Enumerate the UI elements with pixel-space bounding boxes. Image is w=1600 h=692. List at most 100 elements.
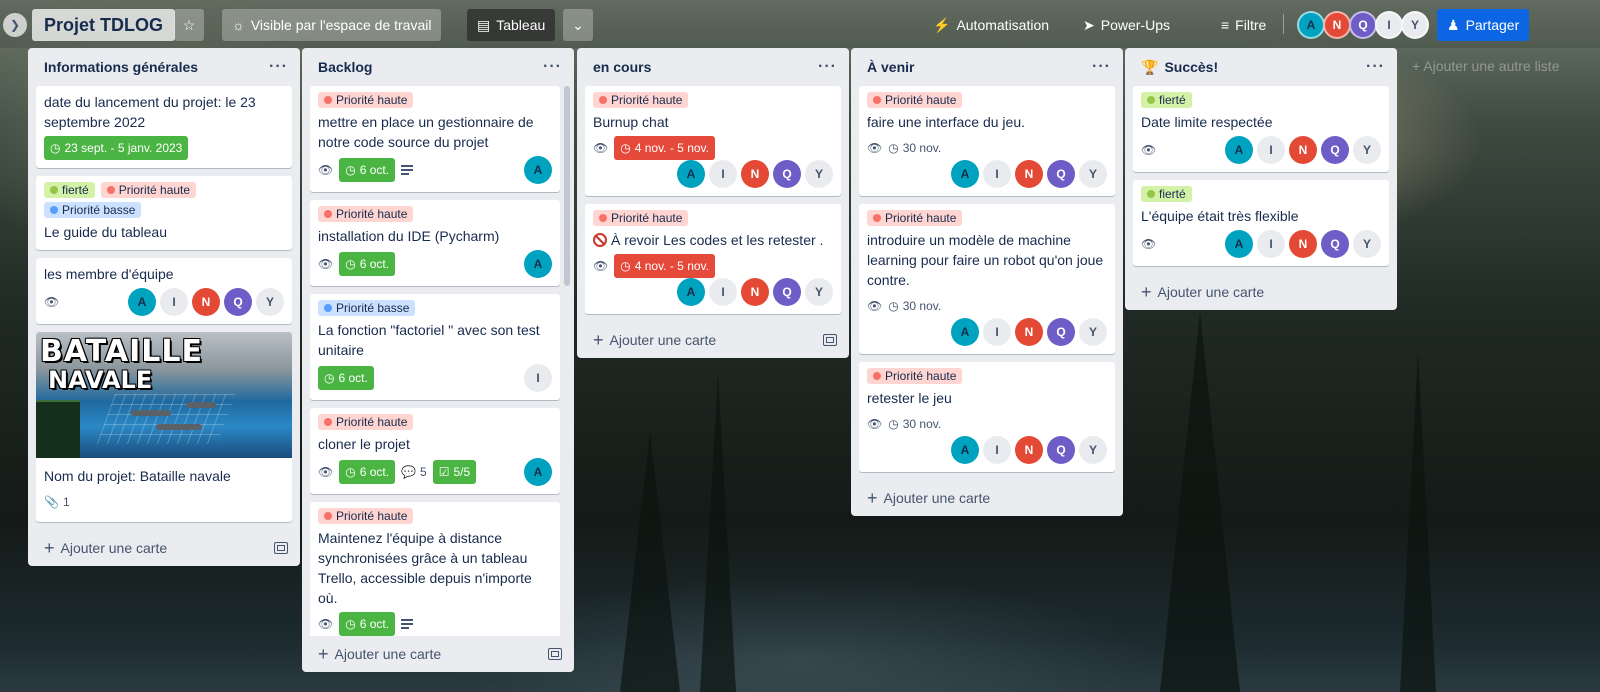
card[interactable]: Priorité haute Burnup chat 👁 ◷ 4 nov. - 5… xyxy=(585,86,841,196)
avatar[interactable]: N xyxy=(1323,11,1351,39)
label-priorite-haute[interactable]: Priorité haute xyxy=(318,414,414,430)
view-menu-button[interactable]: ⌄ xyxy=(563,9,593,41)
avatar[interactable]: Y xyxy=(1353,230,1381,258)
avatar[interactable]: I xyxy=(1257,136,1285,164)
label-priorite-haute[interactable]: Priorité haute xyxy=(100,182,197,198)
list-title[interactable]: Informations générales xyxy=(44,59,198,75)
avatar[interactable]: N xyxy=(741,278,769,306)
list-scrollbar[interactable] xyxy=(564,86,570,286)
board-title[interactable]: Projet TDLOG xyxy=(32,9,176,41)
card[interactable]: les membre d'équipe 👁 A I N Q Y xyxy=(36,258,292,324)
card[interactable]: Priorité basse La fonction "factoriel " … xyxy=(310,294,560,400)
overdue-date-badge[interactable]: ◷ 4 nov. - 5 nov. xyxy=(614,136,715,160)
label-priorite-haute[interactable]: Priorité haute xyxy=(867,92,963,108)
card[interactable]: Priorité haute Maintenez l'équipe à dist… xyxy=(310,502,560,636)
add-card-button[interactable]: + Ajouter une carte xyxy=(28,530,300,566)
avatar[interactable]: Q xyxy=(1321,136,1349,164)
avatar[interactable]: I xyxy=(983,318,1011,346)
avatar[interactable]: A xyxy=(677,160,705,188)
overdue-date-badge[interactable]: ◷ 4 nov. - 5 nov. xyxy=(614,254,715,278)
card[interactable]: fierté Date limite respectée 👁 A I N Q Y xyxy=(1133,86,1389,172)
visibility-button[interactable]: ☼ Visible par l'espace de travail xyxy=(222,9,442,41)
label-priorite-haute[interactable]: Priorité haute xyxy=(318,92,414,108)
list-title[interactable]: en cours xyxy=(593,59,651,75)
due-date-badge[interactable]: ◷ 30 nov. xyxy=(888,136,941,160)
add-card-button[interactable]: + Ajouter une carte xyxy=(302,636,574,672)
label-priorite-basse[interactable]: Priorité basse xyxy=(318,300,416,316)
avatar[interactable]: Q xyxy=(773,160,801,188)
avatar[interactable]: Y xyxy=(1401,11,1429,39)
label-fierte[interactable]: fierté xyxy=(1141,92,1192,108)
avatar[interactable]: N xyxy=(1289,230,1317,258)
label-priorite-basse[interactable]: Priorité basse xyxy=(44,202,142,218)
filter-button[interactable]: ≡ Filtre xyxy=(1211,9,1276,41)
list-title-row[interactable]: 🏆 Succès! xyxy=(1141,59,1218,76)
powerups-button[interactable]: ➤ Power-Ups xyxy=(1073,9,1180,41)
label-priorite-haute[interactable]: Priorité haute xyxy=(318,206,414,222)
add-list-button[interactable]: + Ajouter une autre liste xyxy=(1412,58,1560,74)
add-card-button[interactable]: + Ajouter une carte xyxy=(577,322,849,358)
template-icon[interactable] xyxy=(274,542,288,554)
label-priorite-haute[interactable]: Priorité haute xyxy=(593,210,689,226)
label-fierte[interactable]: fierté xyxy=(44,182,95,198)
avatar[interactable]: I xyxy=(1257,230,1285,258)
avatar[interactable]: N xyxy=(741,160,769,188)
card[interactable]: date du lancement du projet: le 23 septe… xyxy=(36,86,292,168)
template-icon[interactable] xyxy=(548,648,562,660)
avatar[interactable]: Q xyxy=(1047,318,1075,346)
avatar[interactable]: A xyxy=(1225,136,1253,164)
avatar[interactable]: Q xyxy=(1047,160,1075,188)
star-button[interactable]: ☆ xyxy=(174,9,204,41)
automation-button[interactable]: ⚡ Automatisation xyxy=(923,9,1059,41)
list-menu-icon[interactable]: ··· xyxy=(543,58,562,76)
avatar[interactable]: A xyxy=(524,250,552,278)
avatar[interactable]: I xyxy=(983,160,1011,188)
avatar[interactable]: Y xyxy=(256,288,284,316)
avatar[interactable]: A xyxy=(524,458,552,486)
avatar[interactable]: I xyxy=(1375,11,1403,39)
avatar[interactable]: Y xyxy=(1079,436,1107,464)
card[interactable]: Priorité haute À revoir Les codes et les… xyxy=(585,204,841,314)
avatar[interactable]: N xyxy=(192,288,220,316)
list-menu-icon[interactable]: ··· xyxy=(1092,58,1111,76)
card[interactable]: Priorité haute mettre en place un gestio… xyxy=(310,86,560,192)
avatar[interactable]: A xyxy=(677,278,705,306)
avatar[interactable]: I xyxy=(983,436,1011,464)
list-menu-icon[interactable]: ··· xyxy=(269,58,288,76)
avatar[interactable]: A xyxy=(1297,11,1325,39)
avatar[interactable]: A xyxy=(524,156,552,184)
due-date-badge[interactable]: ◷ 30 nov. xyxy=(888,412,941,436)
expand-sidebar-button[interactable]: ❯ xyxy=(3,13,27,37)
due-date-badge[interactable]: ◷ 6 oct. xyxy=(339,158,396,182)
add-card-button[interactable]: + Ajouter une carte xyxy=(851,480,1123,516)
label-priorite-haute[interactable]: Priorité haute xyxy=(593,92,689,108)
list-menu-icon[interactable]: ··· xyxy=(818,58,837,76)
avatar[interactable]: Q xyxy=(773,278,801,306)
avatar[interactable]: A xyxy=(951,436,979,464)
avatar[interactable]: A xyxy=(128,288,156,316)
card[interactable]: Priorité haute faire une interface du je… xyxy=(859,86,1115,196)
avatar[interactable]: Q xyxy=(224,288,252,316)
card-with-cover[interactable]: BATAILLE NAVALE Nom du projet: Bataille … xyxy=(36,332,292,522)
label-priorite-haute[interactable]: Priorité haute xyxy=(318,508,414,524)
avatar[interactable]: Y xyxy=(1079,160,1107,188)
avatar[interactable]: Y xyxy=(1353,136,1381,164)
avatar[interactable]: Q xyxy=(1047,436,1075,464)
label-priorite-haute[interactable]: Priorité haute xyxy=(867,368,963,384)
card[interactable]: Priorité haute installation du IDE (Pych… xyxy=(310,200,560,286)
card[interactable]: Priorité haute retester le jeu 👁 ◷ 30 nov… xyxy=(859,362,1115,472)
card[interactable]: Priorité haute cloner le projet 👁 ◷ 6 oct… xyxy=(310,408,560,494)
avatar[interactable]: A xyxy=(951,160,979,188)
board-view-button[interactable]: ▤ Tableau xyxy=(467,9,556,41)
avatar[interactable]: Y xyxy=(1079,318,1107,346)
avatar[interactable]: Q xyxy=(1321,230,1349,258)
share-button[interactable]: ♟ Partager xyxy=(1437,9,1530,41)
add-card-button[interactable]: + Ajouter une carte xyxy=(1125,274,1397,310)
avatar[interactable]: I xyxy=(709,160,737,188)
due-date-badge[interactable]: ◷ 23 sept. - 5 janv. 2023 xyxy=(44,136,189,160)
list-title[interactable]: À venir xyxy=(867,59,914,75)
template-icon[interactable] xyxy=(823,334,837,346)
avatar[interactable]: Y xyxy=(805,160,833,188)
label-fierte[interactable]: fierté xyxy=(1141,186,1192,202)
due-date-badge[interactable]: ◷ 6 oct. xyxy=(339,612,396,636)
